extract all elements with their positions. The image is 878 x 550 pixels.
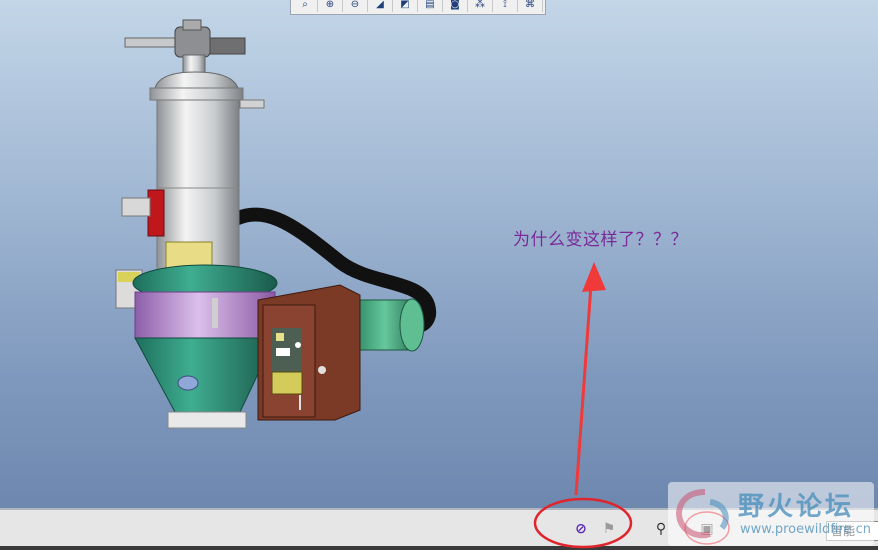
annotation-question: 为什么变这样了？？？ xyxy=(513,230,688,250)
watermark-logo-icon xyxy=(676,489,729,539)
watermark-title: 野火论坛 xyxy=(738,492,855,522)
watermark-url: www.proewildfire.cn xyxy=(740,522,871,537)
graphics-viewport[interactable]: ⌕ ⊕ ⊖ ◢ ◩ ▤ ◙ ⁂ ⟟ ⌘ 为什么变这样了？？？ xyxy=(0,0,878,508)
flag-icon[interactable]: ⚑ xyxy=(598,518,620,540)
3d-model-vacuum-loader xyxy=(115,19,437,429)
bottom-divider xyxy=(0,546,878,550)
selection-filter-icon[interactable]: ⊘ xyxy=(570,518,592,540)
forum-watermark: 野火论坛 www.proewildfire.cn xyxy=(668,482,874,546)
